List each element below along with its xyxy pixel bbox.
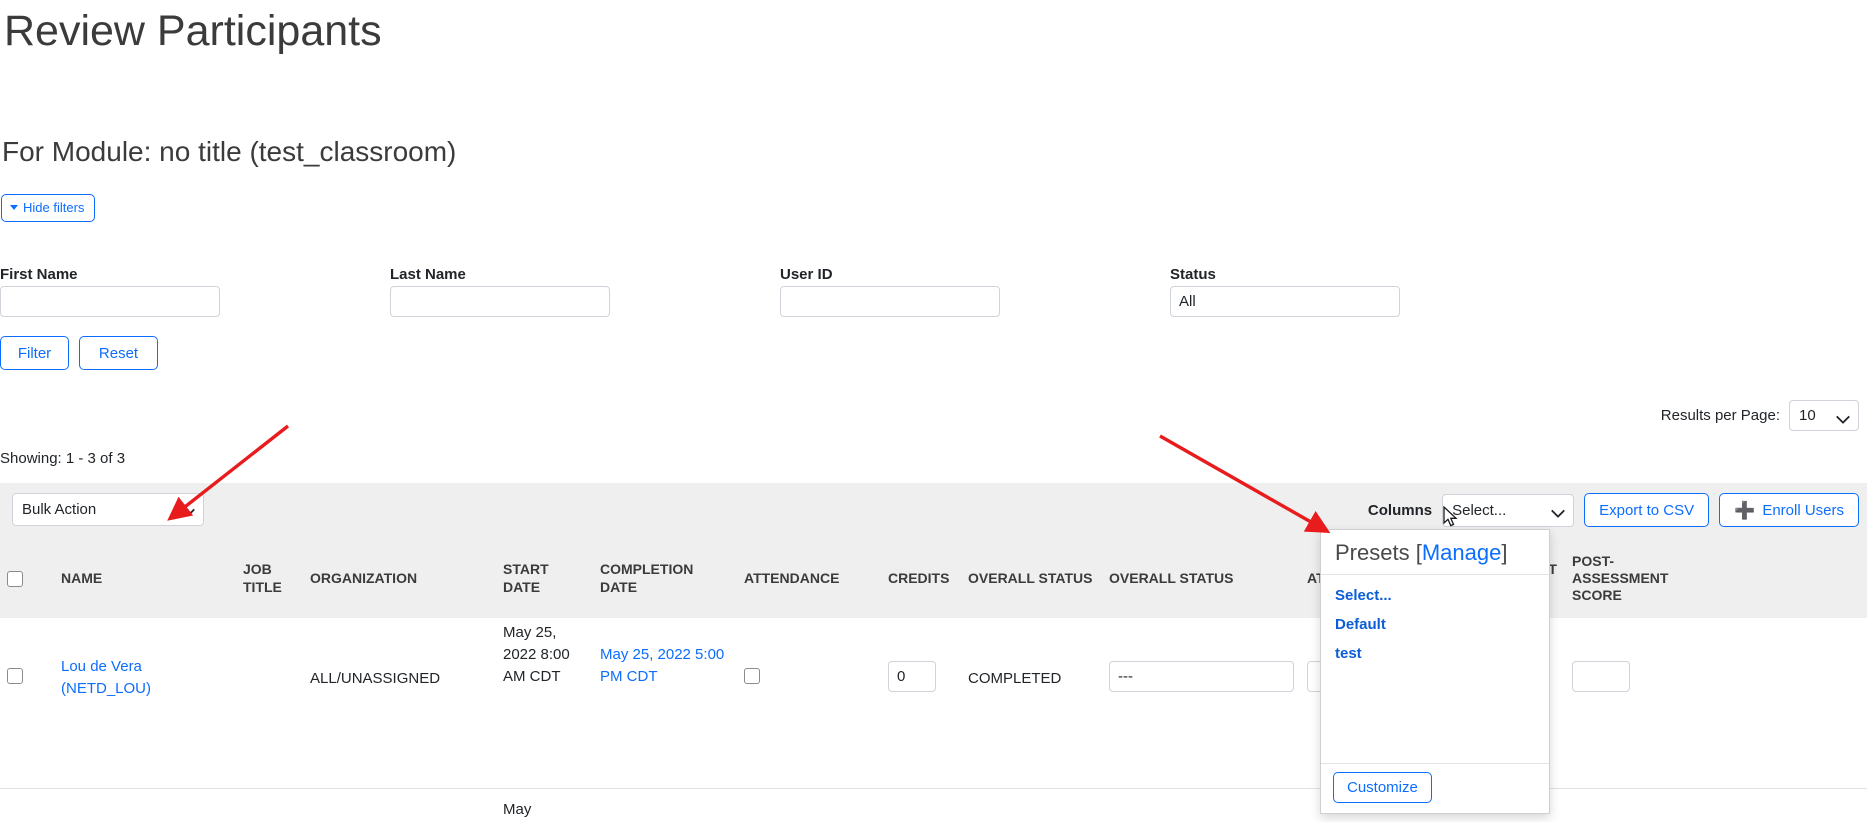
table-header-overall-status: OVERALL STATUS [968, 569, 1093, 586]
row-start-date-cell: May 25, 2022 8:00 AM CDT [503, 624, 570, 685]
table-header-attendance: ATTENDANCE [744, 569, 840, 586]
row-organization-cell: ALL/UNASSIGNED [310, 670, 441, 687]
enroll-users-label: Enroll Users [1762, 501, 1844, 519]
row-name-cell: Lou de Vera (NETD_LOU) [54, 618, 236, 788]
results-per-page-value: 10 [1799, 407, 1816, 424]
user-id-label: User ID [780, 266, 833, 283]
row-start-date-cell: May [503, 801, 532, 818]
action-bar-right-tools: Columns Select... Export to CSV ➕ Enroll… [1368, 493, 1859, 527]
table-row: Lou de Vera (NETD_LOU) ALL/UNASSIGNED Ma… [0, 618, 1867, 789]
hide-filters-label: Hide filters [23, 200, 85, 215]
preset-item-select[interactable]: Select... [1335, 587, 1535, 604]
module-subtitle: For Module: no title (test_classroom) [2, 136, 457, 167]
status-label: Status [1170, 266, 1216, 283]
manage-presets-link[interactable]: Manage [1422, 540, 1502, 565]
row-credits-cell [881, 789, 961, 821]
row-overall-status-select-cell [1102, 618, 1300, 788]
user-id-input[interactable] [780, 286, 1000, 317]
enroll-users-button[interactable]: ➕ Enroll Users [1719, 493, 1859, 527]
row-post-assessment-cell [1565, 789, 1715, 821]
table-header-organization: ORGANIZATION [310, 569, 418, 586]
overall-status-select[interactable] [1109, 661, 1294, 692]
table-header-start-date: START DATE [503, 561, 549, 595]
row-select-cell [0, 618, 54, 788]
presets-footer: Customize [1321, 763, 1549, 813]
row-name-cell [54, 789, 236, 821]
row-completion-date-cell [593, 789, 737, 821]
table-header-row: NAME JOB TITLE ORGANIZATION START DATE C… [0, 539, 1867, 618]
filter-button[interactable]: Filter [0, 336, 69, 370]
export-csv-button[interactable]: Export to CSV [1584, 493, 1710, 527]
row-checkbox[interactable] [7, 668, 23, 684]
preset-item-default[interactable]: Default [1335, 616, 1535, 633]
results-per-page-label: Results per Page: [1660, 407, 1780, 424]
results-per-page: Results per Page: 10 [1661, 400, 1859, 431]
results-per-page-select[interactable]: 10 [1789, 400, 1859, 431]
select-all-checkbox[interactable] [7, 570, 23, 587]
columns-select[interactable]: Select... [1442, 493, 1575, 527]
customize-button[interactable]: Customize [1333, 772, 1432, 803]
review-participants-page: Review Participants For Module: no title… [0, 0, 1867, 822]
page-title: Review Participants [4, 7, 382, 55]
presets-header: Presets [Manage] [1321, 530, 1549, 575]
plus-icon: ➕ [1734, 500, 1756, 520]
row-organization-cell [303, 789, 496, 821]
row-completion-date-cell: May 25, 2022 5:00 PM CDT [593, 618, 737, 788]
first-name-label: First Name [0, 266, 78, 283]
table-header-credits: CREDITS [888, 569, 950, 586]
columns-label: Columns [1367, 501, 1433, 519]
mouse-cursor [1443, 506, 1458, 527]
post-assessment-score-input[interactable] [1572, 661, 1630, 692]
participant-name-link[interactable]: Lou de Vera (NETD_LOU) [61, 656, 229, 700]
bulk-action-value: Bulk Action [22, 501, 97, 518]
table-header-overall-status-2: OVERALL STATUS [1109, 569, 1234, 586]
showing-count: Showing: 1 - 3 of 3 [0, 450, 126, 467]
table-header-name: NAME [61, 569, 103, 586]
row-attendance-cell [737, 789, 881, 821]
hide-filters-button[interactable]: Hide filters [1, 194, 96, 222]
reset-button[interactable]: Reset [79, 336, 158, 370]
last-name-input[interactable] [390, 286, 610, 317]
row-attendance-cell [737, 618, 881, 788]
row-overall-status-cell: COMPLETED [968, 670, 1062, 687]
row-post-assessment-cell [1565, 618, 1715, 788]
status-input[interactable] [1170, 286, 1400, 317]
row-job-title-cell [236, 789, 303, 821]
presets-list: Select... Default test [1321, 575, 1549, 763]
row-overall-status-select-cell [1102, 789, 1300, 821]
presets-dropdown-panel: Presets [Manage] Select... Default test … [1320, 529, 1550, 814]
participants-table: NAME JOB TITLE ORGANIZATION START DATE C… [0, 539, 1867, 821]
preset-item-test[interactable]: test [1335, 645, 1535, 662]
attendance-checkbox[interactable] [744, 668, 760, 684]
row-select-cell [0, 789, 54, 821]
chevron-down-icon [10, 205, 18, 210]
bulk-action-select[interactable]: Bulk Action [12, 493, 204, 526]
bracket-close: ] [1501, 540, 1508, 565]
table-header-job-title: JOB TITLE [243, 561, 282, 595]
credits-input[interactable] [888, 661, 936, 692]
table-row: May [0, 789, 1867, 821]
row-credits-cell [881, 618, 961, 788]
table-action-bar: Bulk Action Columns Select... Export to … [0, 483, 1867, 539]
completion-date-link[interactable]: May 25, 2022 5:00 PM CDT [600, 644, 730, 688]
presets-title: Presets [1335, 540, 1410, 565]
first-name-input[interactable] [0, 286, 220, 317]
last-name-label: Last Name [390, 266, 466, 283]
row-overall-status-cell [961, 789, 1102, 821]
table-header-select-all [0, 539, 54, 618]
table-header-post-assessment-score: POST-ASSESSMENT SCORE [1572, 552, 1669, 604]
table-header-completion-date: COMPLETION DATE [600, 561, 694, 595]
row-job-title-cell [236, 618, 303, 788]
